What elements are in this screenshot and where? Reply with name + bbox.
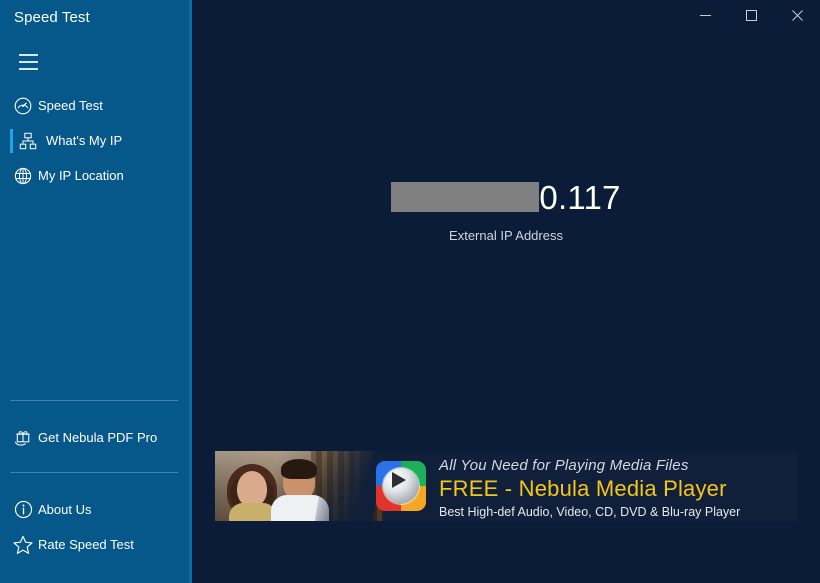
window-controls [682,0,820,30]
play-icon [392,472,406,488]
sidebar-item-speed-test[interactable]: Speed Test [0,88,192,123]
sidebar-divider-bottom [10,472,178,473]
hamburger-menu-button[interactable] [9,45,47,79]
ad-photo [215,451,383,521]
info-icon [9,496,37,524]
gift-icon [9,424,37,452]
ip-redaction-box [391,182,540,212]
ad-product-name: FREE - Nebula Media Player [439,476,727,501]
ad-text-block: All You Need for Playing Media Files FRE… [439,457,791,519]
star-icon [9,531,37,559]
ad-photo-person-female-head [237,471,267,507]
ip-value: 0.117 [539,178,621,216]
hamburger-line [18,68,38,70]
sidebar-footer-group: About Us Rate Speed Test [0,492,192,562]
sidebar-divider-top [10,400,178,401]
minimize-button[interactable] [682,0,728,30]
sidebar-item-whats-my-ip[interactable]: What's My IP [0,123,192,158]
external-ip-display: 0.117 External IP Address [192,176,820,243]
close-icon [791,9,803,21]
sidebar-item-get-nebula-pdf-pro[interactable]: Get Nebula PDF Pro [0,420,192,455]
ad-headline: All You Need for Playing Media Files [439,457,689,474]
maximize-icon [745,9,757,21]
sidebar-item-label: Get Nebula PDF Pro [38,430,158,445]
hamburger-line [18,61,38,63]
minimize-icon [699,14,711,16]
ad-photo-person-male-hair [281,459,317,479]
globe-icon [9,162,37,190]
speedometer-icon [9,92,37,120]
sidebar-item-rate-speed-test[interactable]: Rate Speed Test [0,527,192,562]
ip-caption: External IP Address [449,228,563,243]
sidebar-edge-accent [189,0,192,583]
app-title: Speed Test [14,9,90,26]
ad-tagline: Best High-def Audio, Video, CD, DVD & Bl… [439,505,741,519]
close-button[interactable] [774,0,820,30]
speed-test-window: Speed Test Speed Test What's My IP My IP… [0,0,820,583]
sidebar-item-my-ip-location[interactable]: My IP Location [0,158,192,193]
sidebar: Speed Test Speed Test What's My IP My IP… [0,0,192,583]
sidebar-item-label: Rate Speed Test [38,537,134,552]
sidebar-promo-group: Get Nebula PDF Pro [0,420,192,455]
selection-indicator [10,129,13,153]
sidebar-item-label: About Us [38,502,92,517]
sidebar-item-label: My IP Location [38,168,124,183]
maximize-button[interactable] [728,0,774,30]
sidebar-item-label: What's My IP [46,133,123,148]
network-icon [14,127,42,155]
advertisement-banner[interactable]: All You Need for Playing Media Files FRE… [215,451,798,521]
media-player-logo-icon [376,461,426,511]
hamburger-line [18,54,38,56]
ad-photo-person-female-body [229,503,277,521]
sidebar-item-label: Speed Test [38,98,103,113]
sidebar-item-about-us[interactable]: About Us [0,492,192,527]
ad-photo-fade [314,451,383,521]
ip-value-row: 0.117 [192,176,820,218]
sidebar-nav: Speed Test What's My IP My IP Location [0,88,192,193]
